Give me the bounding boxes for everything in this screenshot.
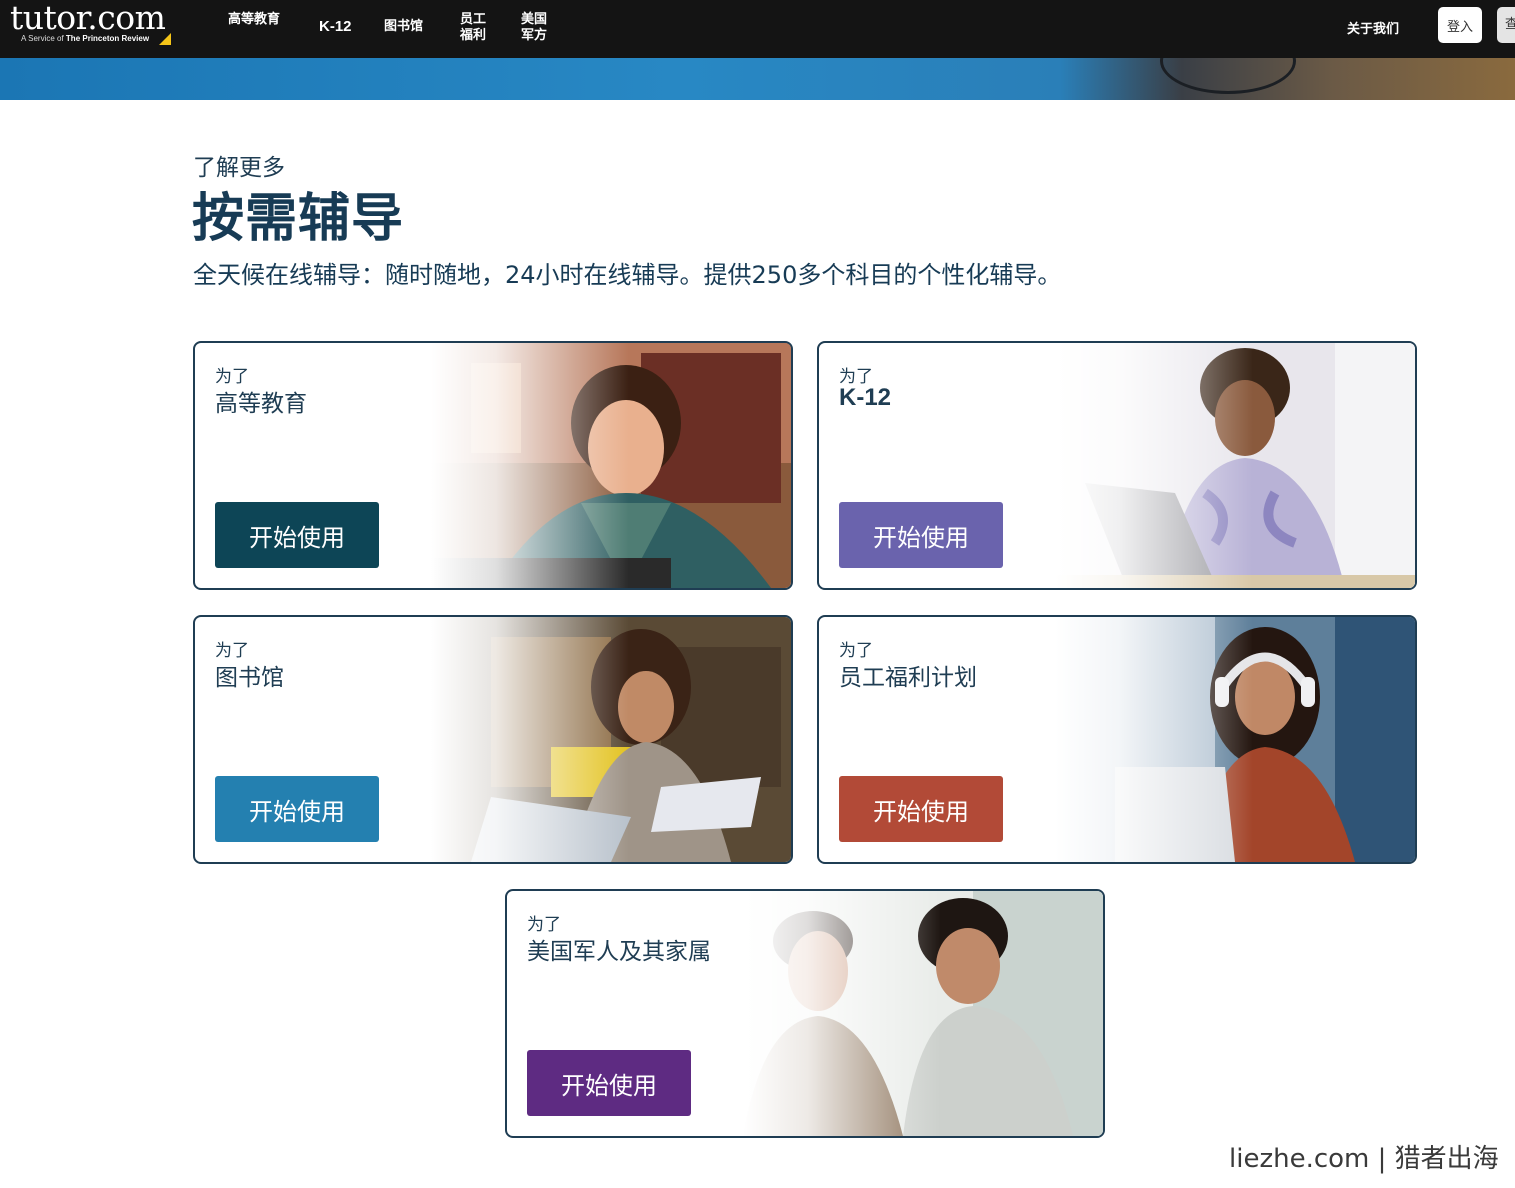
card-title: 高等教育 <box>215 391 307 417</box>
card-employee-benefits: 为了 员工福利计划 开始使用 <box>817 615 1417 864</box>
top-nav: tutor.com A Service of The Princeton Rev… <box>0 0 1515 58</box>
hero-banner <box>0 58 1515 100</box>
nav-employee-benefits-line1: 员工 <box>460 12 487 27</box>
nav-military-line2: 军方 <box>521 28 548 43</box>
photo-fade <box>1055 617 1415 862</box>
logo-triangle-icon <box>159 33 171 45</box>
logo-tagline: A Service of The Princeton Review <box>21 34 149 43</box>
card-title: K-12 <box>839 384 892 411</box>
card-title: 图书馆 <box>215 665 284 691</box>
page-subtitle: 全天候在线辅导：随时随地，24小时在线辅导。提供250多个科目的个性化辅导。 <box>193 261 1062 289</box>
get-started-button[interactable]: 开始使用 <box>839 502 1003 568</box>
get-started-button[interactable]: 开始使用 <box>215 502 379 568</box>
card-higher-ed: 为了 高等教育 开始使用 <box>193 341 793 590</box>
watermark: liezhe.com | 猎者出海 <box>1229 1144 1499 1174</box>
photo-fade <box>743 891 1103 1136</box>
login-button[interactable]: 登入 <box>1438 7 1482 43</box>
nav-employee-benefits[interactable]: 员工 福利 <box>460 12 486 44</box>
get-started-button[interactable]: 开始使用 <box>215 776 379 842</box>
nav-higher-ed[interactable]: 高等教育 <box>228 12 280 28</box>
get-started-button[interactable]: 开始使用 <box>839 776 1003 842</box>
tutor-logo[interactable]: tutor.com A Service of The Princeton Rev… <box>10 0 185 52</box>
hero-decoration <box>1160 58 1296 94</box>
logo-tagline-prefix: A Service of <box>21 34 66 43</box>
photo-fade <box>1055 343 1415 588</box>
get-started-button[interactable]: 开始使用 <box>527 1050 691 1116</box>
card-title: 员工福利计划 <box>839 665 977 691</box>
card-libraries: 为了 图书馆 开始使用 <box>193 615 793 864</box>
nav-military[interactable]: 美国 军方 <box>521 12 547 44</box>
nav-k12[interactable]: K-12 <box>319 19 352 35</box>
card-k12: 为了 K-12 开始使用 <box>817 341 1417 590</box>
page-title: 按需辅导 <box>192 189 405 249</box>
card-military: 为了 美国军人及其家属 开始使用 <box>505 889 1105 1138</box>
photo-fade <box>431 343 791 588</box>
logo-tagline-brand: The Princeton Review <box>65 34 150 43</box>
card-title: 美国军人及其家属 <box>527 939 711 965</box>
nav-about-us[interactable]: 关于我们 <box>1347 18 1399 37</box>
nav-employee-benefits-line2: 福利 <box>460 28 487 43</box>
nav-libraries[interactable]: 图书馆 <box>384 19 423 35</box>
search-button[interactable]: 查 <box>1497 7 1515 43</box>
logo-wordmark: tutor.com <box>10 0 166 37</box>
photo-fade <box>431 617 791 862</box>
nav-military-line1: 美国 <box>521 12 548 27</box>
